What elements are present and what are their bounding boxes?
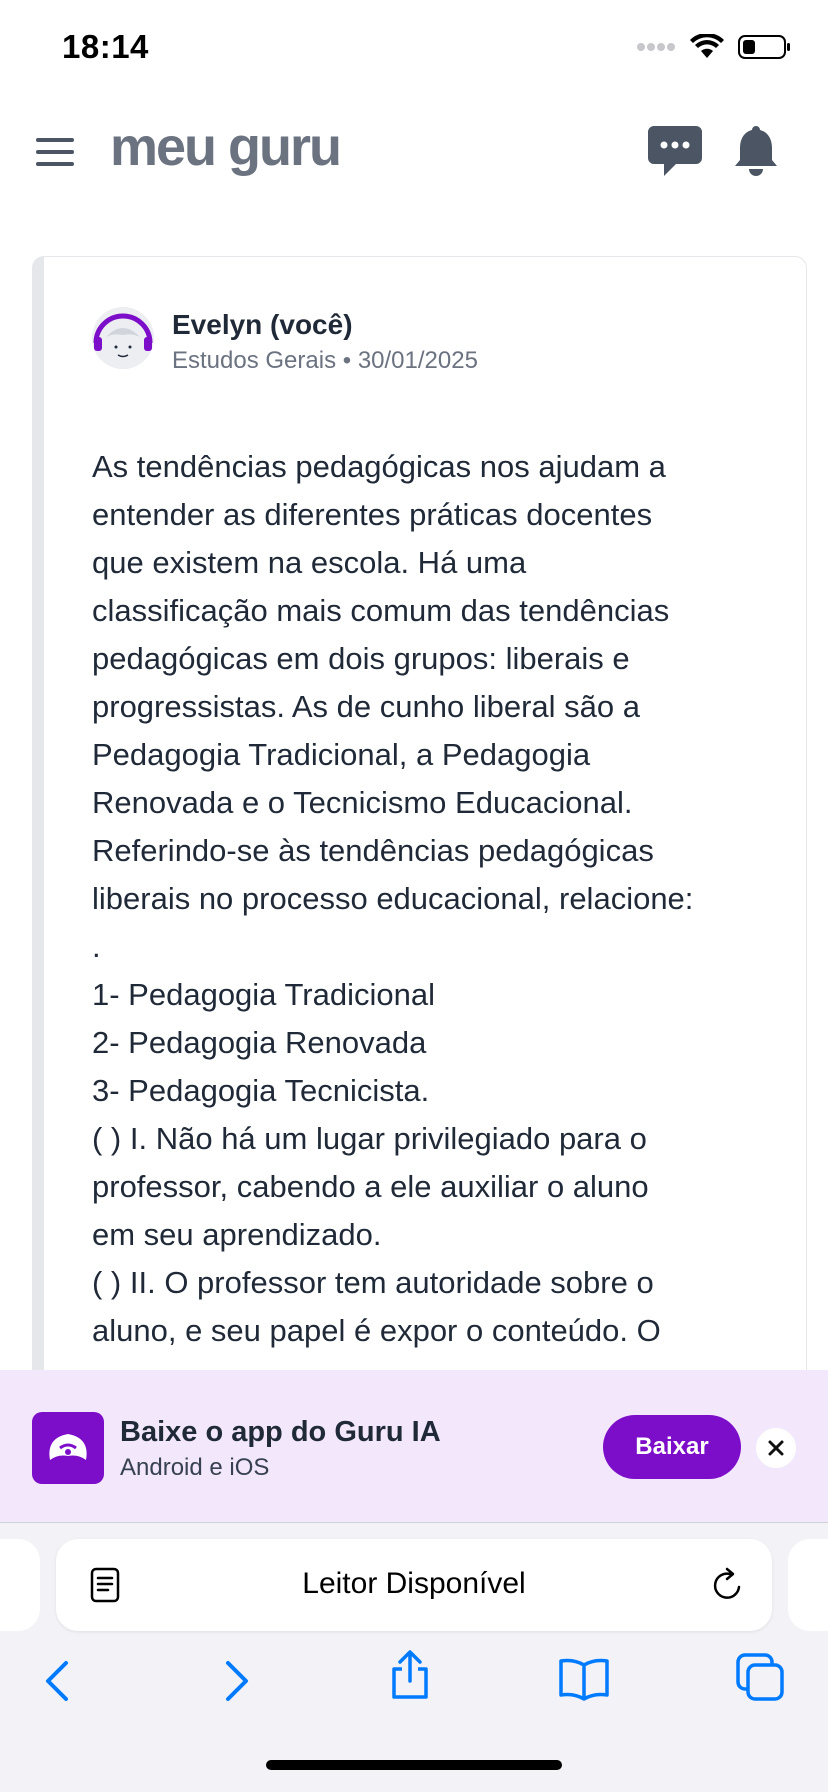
wifi-icon	[690, 34, 724, 58]
browser-toolbar: Leitor Disponível	[0, 1523, 828, 1792]
guru-ia-app-icon	[32, 1412, 104, 1484]
forward-icon[interactable]	[218, 1659, 254, 1708]
chat-icon[interactable]	[646, 124, 704, 183]
share-icon[interactable]	[388, 1649, 432, 1706]
signal-icon	[637, 43, 675, 51]
download-button[interactable]: Baixar	[603, 1415, 741, 1479]
status-bar: 18:14	[0, 0, 828, 100]
status-time: 18:14	[62, 28, 149, 65]
question-card: Evelyn (você) Estudos Gerais • 30/01/202…	[32, 256, 807, 1458]
close-icon[interactable]	[756, 1428, 796, 1468]
author-name[interactable]: Evelyn (você)	[172, 309, 353, 341]
next-tab-preview[interactable]	[788, 1539, 828, 1631]
battery-icon	[738, 35, 790, 59]
menu-icon[interactable]	[36, 138, 74, 166]
previous-tab-preview[interactable]	[0, 1539, 40, 1631]
avatar[interactable]	[92, 307, 154, 369]
address-bar-text: Leitor Disponível	[302, 1567, 526, 1600]
meu-guru-logo[interactable]: meu guru	[110, 116, 342, 178]
banner-title: Baixe o app do Guru IA	[120, 1416, 441, 1448]
address-bar[interactable]: Leitor Disponível	[56, 1539, 772, 1631]
bookmarks-icon[interactable]	[558, 1657, 610, 1706]
question-text: As tendências pedagógicas nos ajudam a e…	[92, 449, 694, 1348]
app-download-banner: Baixe o app do Guru IA Android e iOS Bai…	[0, 1370, 828, 1523]
status-icons	[636, 34, 792, 60]
banner-subtitle: Android e iOS	[120, 1454, 270, 1481]
app-header: meu guru	[0, 110, 828, 200]
tabs-icon[interactable]	[736, 1653, 786, 1706]
home-indicator	[266, 1760, 562, 1770]
back-icon[interactable]	[40, 1659, 76, 1708]
reload-icon[interactable]	[710, 1567, 744, 1608]
post-meta: Estudos Gerais • 30/01/2025	[172, 347, 478, 374]
bell-icon[interactable]	[734, 124, 778, 181]
